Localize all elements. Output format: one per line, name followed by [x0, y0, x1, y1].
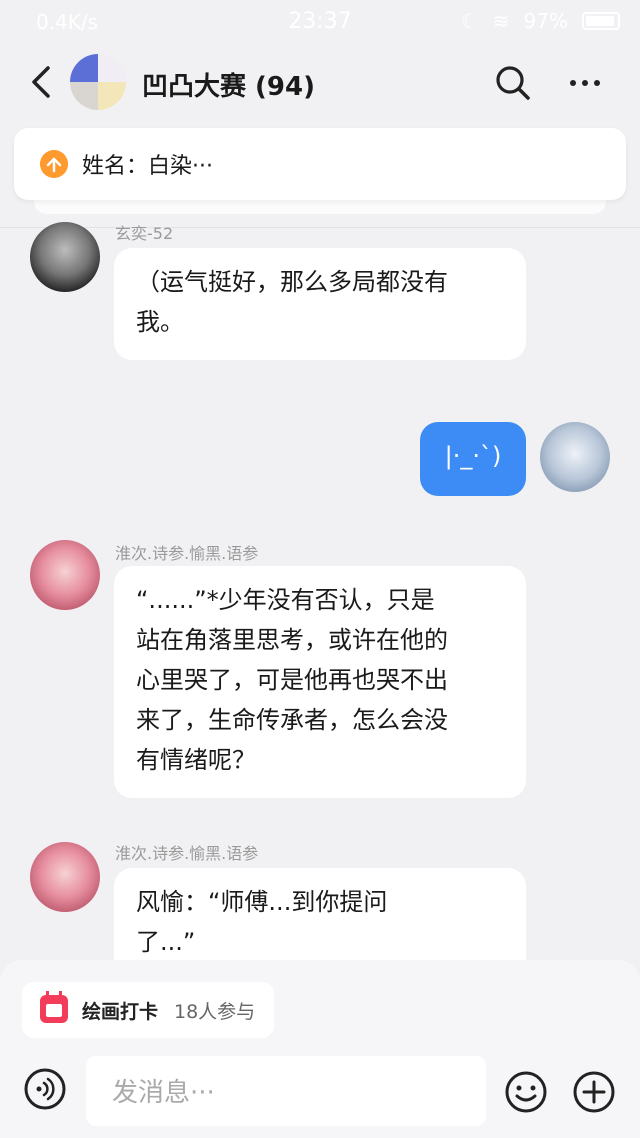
pinned-message[interactable]: 姓名：白染··· [14, 128, 626, 200]
my-avatar[interactable] [540, 422, 610, 492]
pinned-text: 姓名：白染··· [82, 154, 213, 179]
message-bubble[interactable]: “......”*少年没有否认，只是 站在角落里思考，或许在他的 心里哭了，可是… [114, 566, 526, 798]
divider [0, 227, 640, 228]
drawing-checkin-button[interactable]: 绘画打卡 18人参与 [22, 982, 274, 1038]
more-icon[interactable] [570, 80, 600, 86]
avatar[interactable] [30, 222, 100, 292]
plus-icon[interactable] [572, 1070, 616, 1114]
avatar[interactable] [30, 842, 100, 912]
sender-name: 淮次.诗参.愉黑.语参 [115, 844, 259, 863]
chat-header: 凹凸大赛 (94) [0, 44, 640, 124]
emoji-icon[interactable] [504, 1070, 548, 1114]
pinned-up-icon [40, 150, 68, 178]
message-bubble[interactable]: （运气挺好，那么多局都没有 我。 [114, 248, 526, 360]
group-title[interactable]: 凹凸大赛 (94) [142, 66, 315, 103]
sender-name: 玄奕-52 [115, 224, 174, 243]
message-line: 心里哭了，可是他再也哭不出 [136, 666, 448, 694]
sender-name: 淮次.诗参.愉黑.语参 [115, 544, 259, 563]
message-line: 了...” [136, 928, 196, 956]
avatar[interactable] [30, 540, 100, 610]
message-line: 来了，生命传承者，怎么会没 [136, 706, 448, 734]
checkin-count: 18人参与 [174, 1001, 256, 1023]
calendar-icon [40, 991, 68, 1023]
message-line: （运气挺好，那么多局都没有 [136, 268, 448, 296]
message-line: 有情绪呢？ [136, 746, 256, 774]
battery-icon [582, 12, 620, 30]
message-line: “......”*少年没有否认，只是 [136, 586, 435, 614]
search-icon[interactable] [494, 64, 532, 102]
voice-icon[interactable] [24, 1068, 66, 1110]
message-line: 我。 [136, 308, 184, 336]
input-panel: 绘画打卡 18人参与 发消息··· [0, 960, 640, 1138]
moon-icon: ☾ [460, 9, 479, 33]
status-bar: 0.4K/s 23:37 ☾ ≋ 97% [0, 0, 640, 44]
message-line: 风愉：“师傅...到你提问 [136, 888, 388, 916]
back-chevron-icon[interactable] [26, 62, 56, 102]
message-text: |·_·`) [444, 442, 502, 470]
message-line: 站在角落里思考，或许在他的 [136, 626, 448, 654]
my-message-bubble[interactable]: |·_·`) [420, 422, 526, 496]
status-icons: ☾ ≋ 97% [461, 9, 620, 33]
checkin-label: 绘画打卡 [82, 1001, 159, 1023]
group-avatar[interactable] [70, 54, 126, 110]
battery-percent: 97% [523, 9, 568, 33]
message-input[interactable]: 发消息··· [86, 1056, 486, 1126]
wifi-icon: ≋ [492, 9, 510, 33]
